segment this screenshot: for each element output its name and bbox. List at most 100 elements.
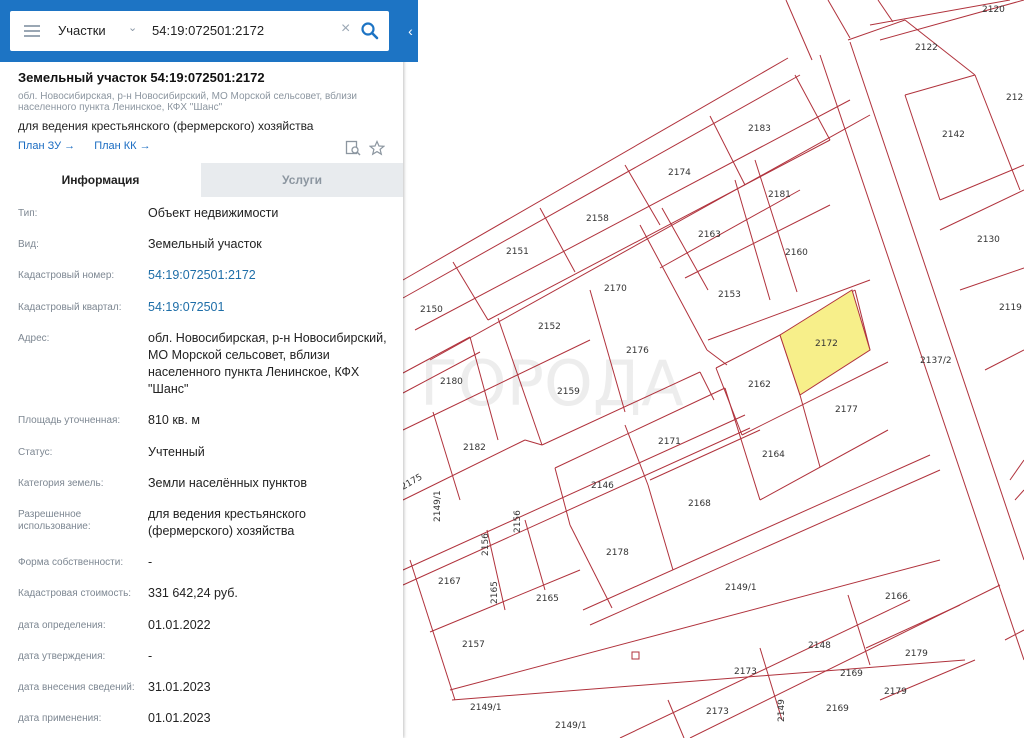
- search-document-icon[interactable]: [345, 140, 361, 156]
- tab-information[interactable]: Информация: [0, 163, 201, 197]
- parcel-boundary: [734, 179, 771, 301]
- info-key: Кадастровый квартал:: [18, 302, 122, 313]
- parcel-label: 2120: [982, 5, 1005, 15]
- star-icon[interactable]: [369, 140, 385, 156]
- info-key: дата определения:: [18, 620, 106, 631]
- menu-icon[interactable]: [24, 25, 40, 37]
- parcel-boundary: [1014, 489, 1024, 501]
- info-key: Категория земель:: [18, 478, 104, 489]
- parcel-boundary: [827, 0, 851, 39]
- object-address: обл. Новосибирская, р-н Новосибирский, М…: [18, 91, 358, 113]
- search-bar: Участки ⌄ 54:19:072501:2172 × ‹: [0, 0, 418, 62]
- parcel-label: 2156: [513, 510, 523, 533]
- parcel-boundary: [402, 414, 746, 571]
- parcel-boundary: [414, 99, 851, 331]
- parcel-label: 2167: [438, 577, 461, 587]
- plan-kk-link[interactable]: План КК →: [94, 140, 150, 152]
- parcel-label: 2151: [506, 247, 529, 257]
- parcel-boundary: [659, 189, 801, 269]
- object-title: Земельный участок 54:19:072501:2172: [18, 70, 265, 85]
- parcel-label: 2142: [942, 130, 965, 140]
- parcel-label: 2137/2: [920, 356, 952, 366]
- cadastral-quarter-link[interactable]: 54:19:072501: [148, 299, 388, 316]
- parcel-boundary: [452, 261, 489, 321]
- close-icon[interactable]: ×: [341, 20, 350, 38]
- parcel-boundary: [647, 484, 674, 571]
- tab-services[interactable]: Услуги: [201, 163, 403, 197]
- parcel-boundary: [554, 467, 571, 526]
- info-value: Земли населённых пунктов: [148, 476, 307, 490]
- parcel-boundary: [569, 524, 613, 609]
- parcel-boundary: [794, 74, 831, 141]
- plan-zu-link[interactable]: План ЗУ →: [18, 140, 75, 152]
- info-key: дата применения:: [18, 713, 102, 724]
- parcel-label: 2164: [762, 450, 785, 460]
- parcel-label: 2171: [658, 437, 681, 447]
- parcel-label: 2149/1: [725, 583, 757, 593]
- parcel-boundary: [524, 519, 546, 591]
- parcel-boundary: [706, 349, 728, 366]
- parcel-label: 2173: [706, 707, 729, 717]
- info-key: Статус:: [18, 447, 53, 458]
- cadastral-number-link[interactable]: 54:19:072501:2172: [148, 267, 388, 284]
- parcel-boundary: [432, 411, 461, 501]
- parcel-label: 2150: [420, 305, 443, 315]
- info-value: Земельный участок: [148, 237, 262, 251]
- chevron-down-icon[interactable]: ⌄: [128, 21, 137, 34]
- parcel-label: 2157: [462, 640, 485, 650]
- parcel-label: 2158: [586, 214, 609, 224]
- parcel-boundary: [1009, 459, 1024, 481]
- info-value: для ведения крестьянского (фермерского) …: [148, 507, 306, 538]
- parcel-boundary: [699, 371, 715, 401]
- info-key: Разрешенное использование:: [18, 509, 91, 532]
- parcel-label: 2173: [734, 667, 757, 677]
- search-input[interactable]: 54:19:072501:2172: [152, 23, 264, 38]
- parcel-label: 2181: [768, 190, 791, 200]
- info-key: Форма собственности:: [18, 557, 124, 568]
- collapse-panel-chevron-icon[interactable]: ‹: [403, 18, 418, 44]
- parcel-label: 2159: [557, 387, 580, 397]
- parcel-boundary: [984, 349, 1024, 371]
- parcel-boundary: [754, 159, 798, 293]
- panel-tabs: Информация Услуги: [0, 163, 403, 197]
- parcel-boundary: [799, 394, 821, 468]
- layer-select[interactable]: Участки: [58, 23, 106, 38]
- parcel-boundary: [487, 139, 831, 321]
- parcel-boundary: [667, 699, 685, 738]
- parcel-label: 2152: [538, 322, 561, 332]
- parcel-label: 2179: [905, 649, 928, 659]
- info-key: дата внесения сведений:: [18, 682, 135, 693]
- parcel-label: 2125: [1006, 93, 1024, 103]
- parcel-boundary: [689, 584, 1001, 738]
- parcel-boundary: [849, 41, 1024, 561]
- parcel-label: 2122: [915, 43, 938, 53]
- info-value: 810 кв. м: [148, 413, 200, 427]
- parcel-label: 2149/1: [433, 490, 443, 522]
- parcel-label: 2149/1: [555, 721, 587, 731]
- info-key: дата утверждения:: [18, 651, 106, 662]
- parcel-boundary: [939, 164, 1024, 201]
- parcel-boundary: [709, 115, 746, 186]
- info-value: обл. Новосибирская, р-н Новосибирский, М…: [148, 331, 387, 396]
- parcel-boundary: [904, 74, 976, 96]
- parcel-label: 2166: [885, 592, 908, 602]
- parcel-label: 2146: [591, 481, 614, 491]
- parcel-boundary: [939, 189, 1024, 231]
- parcel-label: 2130: [977, 235, 1000, 245]
- info-key: Площадь уточненная:: [18, 415, 121, 426]
- info-value: -: [148, 649, 153, 663]
- info-panel: Земельный участок 54:19:072501:2172 обл.…: [0, 0, 403, 738]
- parcel-label: 2177: [835, 405, 858, 415]
- parcel-boundary: [847, 19, 906, 41]
- parcel-boundary: [449, 559, 941, 691]
- parcel-label: 2149: [777, 699, 787, 722]
- parcel-label: 2169: [826, 704, 849, 714]
- parcel-label: 2163: [698, 230, 721, 240]
- parcel-boundary: [715, 334, 781, 369]
- search-icon[interactable]: [360, 21, 380, 41]
- search-box: Участки ⌄ 54:19:072501:2172 ×: [10, 11, 389, 51]
- parcel-label: 2156: [481, 533, 491, 556]
- parcel-boundary: [959, 267, 1024, 291]
- parcel-label: 2165: [536, 594, 559, 604]
- parcel-boundary: [524, 439, 543, 446]
